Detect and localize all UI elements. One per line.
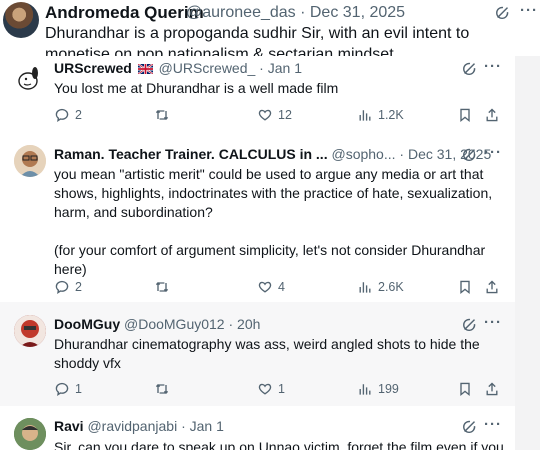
author-handle[interactable]: @sopho... (331, 146, 395, 162)
share-button[interactable] (484, 277, 500, 297)
avatar[interactable] (14, 418, 46, 450)
avatar[interactable] (3, 2, 39, 38)
tweet-date[interactable]: Dec 31, 2025 (310, 4, 405, 21)
like-count: 1 (278, 382, 285, 396)
reply-button[interactable]: 2 (54, 277, 82, 297)
retweet-icon (155, 384, 169, 394)
like-icon (258, 281, 272, 293)
reply-count: 2 (75, 108, 82, 122)
top-tweet[interactable]: Andromeda Querim @auronee_das · Dec 31, … (0, 0, 540, 63)
avatar[interactable] (14, 145, 46, 177)
bookmark-button[interactable] (457, 277, 473, 297)
share-button[interactable] (484, 105, 500, 125)
views-count: 1.2K (378, 108, 404, 122)
share-icon (486, 108, 498, 122)
reply-button[interactable]: 1 (54, 379, 82, 399)
reply-header: Raman. Teacher Trainer. CALCULUS in ... … (54, 146, 492, 162)
reply-card[interactable]: DooMGuy @DooMGuy012 · 20h ··· Dhurandhar… (0, 302, 515, 406)
bookmark-icon (460, 280, 470, 295)
author-name[interactable]: DooMGuy (54, 316, 120, 332)
retweet-icon (155, 110, 169, 120)
views-count: 2.6K (378, 280, 404, 294)
share-icon (486, 280, 498, 294)
more-icon[interactable]: ··· (484, 58, 502, 75)
author-name[interactable]: URScrewed (54, 60, 132, 76)
author-name[interactable]: Raman. Teacher Trainer. CALCULUS in ... (54, 146, 328, 162)
more-icon[interactable]: ··· (520, 2, 538, 19)
more-icon[interactable]: ··· (484, 416, 502, 433)
reply-icon (55, 382, 69, 397)
bookmark-icon (460, 108, 470, 123)
author-handle[interactable]: @DooMGuy012 (124, 316, 225, 332)
author-meta: @auronee_das · Dec 31, 2025 (186, 4, 406, 21)
reply-text: You lost me at Dhurandhar is a well made… (54, 80, 339, 96)
share-button[interactable] (484, 379, 500, 399)
like-count: 12 (278, 108, 292, 122)
reply-button[interactable]: 2 (54, 105, 82, 125)
tweet-date[interactable]: Jan 1 (268, 60, 302, 76)
views-button[interactable]: 2.6K (357, 277, 404, 297)
bookmark-icon (460, 382, 470, 397)
views-button[interactable]: 199 (357, 379, 399, 399)
retweet-icon (155, 282, 169, 292)
like-icon (258, 109, 272, 121)
action-bar: 2 4 2.6K (54, 277, 504, 297)
reply-icon (55, 280, 69, 295)
bookmark-button[interactable] (457, 105, 473, 125)
reply-card[interactable]: URScrewed @URScrewed_ · Jan 1 ··· You lo… (0, 56, 515, 132)
views-button[interactable]: 1.2K (357, 105, 404, 125)
reply-header: URScrewed @URScrewed_ · Jan 1 (54, 60, 302, 76)
views-icon (359, 384, 371, 395)
views-icon (359, 282, 371, 293)
author-handle[interactable]: @ravidpanjabi (87, 418, 177, 434)
reply-count: 1 (75, 382, 82, 396)
tweet-date[interactable]: 20h (237, 316, 260, 332)
reply-text: you mean "artistic merit" could be used … (54, 166, 493, 277)
more-icon[interactable]: ··· (484, 314, 502, 331)
reply-card[interactable]: Ravi @ravidpanjabi · Jan 1 ··· Sir, can … (0, 406, 515, 450)
action-bar: 1 1 199 (54, 379, 504, 399)
author-handle[interactable]: @auronee_das (186, 4, 296, 21)
reply-icon (55, 108, 69, 123)
author-name[interactable]: Andromeda Querim (45, 3, 204, 23)
reply-header: Ravi @ravidpanjabi · Jan 1 (54, 418, 224, 434)
action-bar: 2 12 1.2K (54, 105, 504, 125)
avatar[interactable] (14, 63, 46, 95)
reply-card[interactable]: Raman. Teacher Trainer. CALCULUS in ... … (0, 132, 515, 302)
share-icon (486, 382, 498, 396)
reply-text: Sir, can you dare to speak up on Unnao v… (54, 439, 504, 450)
bookmark-button[interactable] (457, 379, 473, 399)
retweet-button[interactable] (154, 379, 175, 399)
like-icon (258, 383, 272, 395)
views-icon (359, 110, 371, 121)
avatar[interactable] (14, 315, 46, 347)
reply-text: Dhurandhar cinematography was ass, weird… (54, 336, 480, 371)
like-button[interactable]: 12 (257, 105, 292, 125)
like-button[interactable]: 1 (257, 379, 285, 399)
views-count: 199 (378, 382, 399, 396)
uk-flag-icon (137, 64, 153, 74)
reply-count: 2 (75, 280, 82, 294)
retweet-button[interactable] (154, 105, 175, 125)
author-handle[interactable]: @URScrewed_ (159, 60, 256, 76)
reply-header: DooMGuy @DooMGuy012 · 20h (54, 316, 261, 332)
like-count: 4 (278, 280, 285, 294)
like-button[interactable]: 4 (257, 277, 285, 297)
more-icon[interactable]: ··· (484, 144, 502, 161)
retweet-button[interactable] (154, 277, 175, 297)
author-name[interactable]: Ravi (54, 418, 84, 434)
tweet-date[interactable]: Jan 1 (190, 418, 224, 434)
